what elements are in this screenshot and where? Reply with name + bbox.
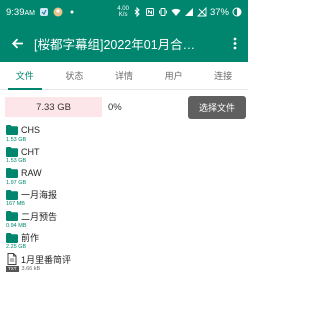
network-speed: 4.00 K/s <box>117 6 129 18</box>
item-size: 2.25 GB <box>6 244 27 250</box>
bluetooth-icon <box>132 7 142 17</box>
app-notification-icon <box>39 7 49 17</box>
arrow-back-icon <box>11 38 23 48</box>
wifi-icon <box>171 7 181 17</box>
folder-icon <box>6 232 18 243</box>
tab-details[interactable]: 详情 <box>99 62 149 89</box>
list-item[interactable]: RAW 1.97 GB <box>0 167 248 189</box>
folder-icon <box>6 168 18 178</box>
item-name: CHT <box>21 146 40 157</box>
status-bar: 9:39AM 4.00 K/s 37% <box>0 0 248 24</box>
list-item[interactable]: CHS 1.53 GB <box>0 124 248 146</box>
tab-bar: 文件 状态 详情 用户 连接 <box>0 62 248 90</box>
more-options-button[interactable] <box>222 24 248 62</box>
tab-status[interactable]: 状态 <box>50 62 100 89</box>
list-item[interactable]: 前作 2.25 GB <box>0 232 248 254</box>
item-name: CHS <box>21 125 41 135</box>
folder-icon <box>6 146 18 157</box>
item-name: 1月里番简评 <box>21 254 72 265</box>
item-size: 3.66 kB <box>21 266 41 272</box>
more-vert-icon <box>233 37 237 49</box>
item-name: 二月预告 <box>21 211 58 222</box>
item-name: RAW <box>21 168 42 178</box>
file-list: CHS 1.53 GB CHT 1.53 GB RAW 1.97 GB 一月海报… <box>0 124 248 275</box>
folder-icon <box>6 211 18 221</box>
am-pm-text: AM <box>24 9 36 17</box>
item-size: 1.97 GB <box>6 179 27 186</box>
clock: 9:39AM <box>6 7 35 18</box>
app-bar: [桜都字幕组]2022年01月合… <box>0 24 248 62</box>
list-item[interactable]: CHT 1.53 GB <box>0 146 248 168</box>
back-button[interactable] <box>0 24 34 62</box>
network-speed-bottom-text: K/s <box>118 12 128 18</box>
dot-icon <box>67 7 77 17</box>
file-type-badge: TXT <box>6 266 19 272</box>
folder-icon <box>6 189 18 200</box>
nfc-icon <box>145 7 155 17</box>
no-sim-icon <box>196 7 207 17</box>
item-size: 0.94 MB <box>6 222 27 229</box>
torrent-title: [桜都字幕组]2022年01月合… <box>34 37 196 52</box>
item-size: 1.53 GB <box>6 136 27 143</box>
progress-percent: 0% <box>108 101 122 113</box>
folder-icon <box>6 125 18 135</box>
battery-icon <box>232 7 242 17</box>
avatar-notification-icon <box>53 7 63 17</box>
document-icon <box>7 253 17 265</box>
list-item[interactable]: 1月里番简评 TXT 3.66 kB <box>0 253 248 275</box>
item-size: 1.53 GB <box>6 158 27 164</box>
tab-connections[interactable]: 连接 <box>198 62 248 89</box>
time-text: 9:39 <box>6 6 25 18</box>
battery-percent: 37% <box>209 6 229 18</box>
signal-icon <box>184 7 194 17</box>
vibrate-icon <box>158 7 168 17</box>
item-name: 前作 <box>21 233 40 243</box>
tab-files[interactable]: 文件 <box>0 62 50 90</box>
select-files-button[interactable]: 选择文件 <box>188 96 246 119</box>
list-item[interactable]: 二月预告 0.94 MB <box>0 210 248 232</box>
item-size: 167 MB <box>6 201 25 207</box>
list-item[interactable]: 一月海报 167 MB <box>0 189 248 211</box>
tab-peers[interactable]: 用户 <box>149 62 199 89</box>
item-name: 一月海报 <box>21 190 58 200</box>
total-size: 7.33 GB <box>5 97 102 117</box>
